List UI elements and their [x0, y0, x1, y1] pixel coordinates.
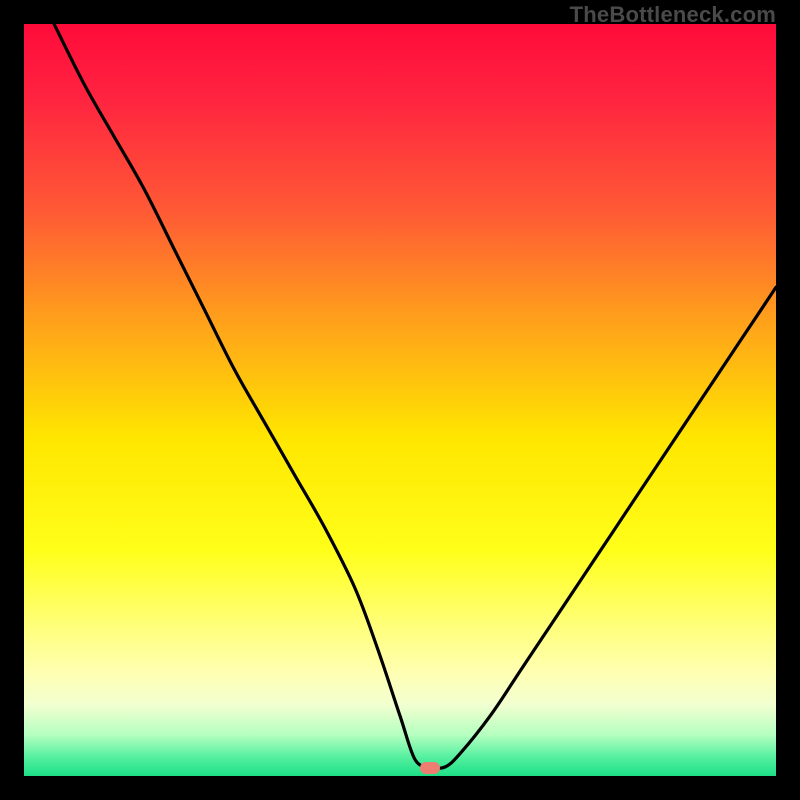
curve-layer: [24, 24, 776, 776]
bottleneck-curve: [54, 24, 776, 768]
chart-frame: TheBottleneck.com: [0, 0, 800, 800]
plot-area: [24, 24, 776, 776]
bottleneck-marker: [420, 762, 440, 774]
